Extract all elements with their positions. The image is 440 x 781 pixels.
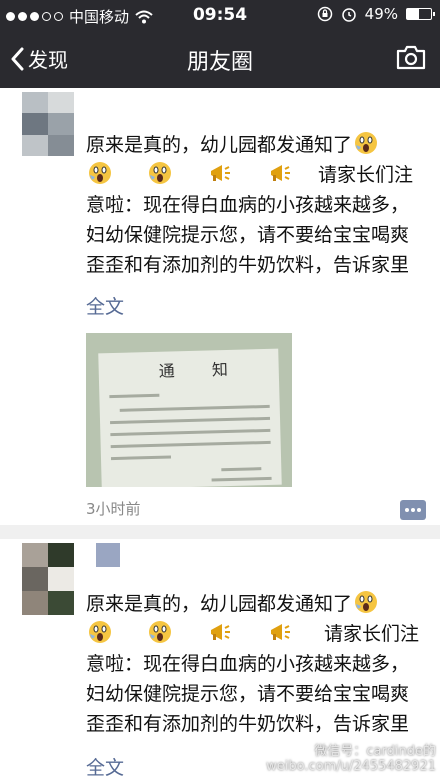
post-text-part: 请家长们注意啦：现在得白血病的小孩越来越多，妇幼保健院提示您，请不要给宝宝喝爽歪… [86,623,420,735]
megaphone-emoji-icon [208,161,232,185]
notice-text-line [110,416,271,425]
status-bar: 中国移动 09:54 49% [0,0,440,30]
camera-button[interactable] [396,44,426,74]
notice-text-line [110,455,172,461]
nav-bar: 发现 朋友圈 [0,30,440,88]
scream-emoji-icon [148,161,172,185]
notice-text-line [109,393,160,399]
alarm-icon [341,8,356,22]
watermark: 微信号：cardinde的 weibo.com/u/2455482921 [256,740,436,774]
scream-emoji-icon [148,620,172,644]
post-text-part: 原来是真的，幼儿园都发通知了 [86,593,353,615]
battery-fill [407,9,419,19]
post-text: 原来是真的，幼儿园都发通知了 请家长们注意啦：现在得白血病的小孩越来越多，妇幼保… [86,589,426,739]
avatar-fragment [96,543,120,567]
camera-icon [396,45,426,70]
megaphone-emoji-icon [268,161,292,185]
notice-text-line [110,428,271,437]
post-text-part: 原来是真的，幼儿园都发通知了 [86,134,353,156]
full-text-link[interactable]: 全文 [86,753,124,780]
megaphone-emoji-icon [208,620,232,644]
post-text: 原来是真的，幼儿园都发通知了 请家长们注意啦：现在得白血病的小孩越来越多，妇幼保… [86,130,416,280]
notice-text-line [110,440,271,449]
scream-emoji-icon [354,590,378,614]
battery-percent: 49% [364,5,398,23]
post-photo[interactable]: 通 知 [86,333,292,487]
page-title: 朋友圈 [186,50,253,75]
avatar[interactable] [22,92,74,156]
notice-text-line [211,476,272,482]
status-right: 49% [317,5,435,23]
post-time: 3小时前 [86,500,141,518]
rotation-lock-icon [317,6,332,22]
full-text-link[interactable]: 全文 [86,292,124,319]
watermark-line: weibo.com/u/2455482921 [266,759,436,774]
notice-paper: 通 知 [98,348,282,487]
notice-text-line [119,404,270,412]
battery-icon [406,8,435,20]
scream-emoji-icon [354,131,378,155]
notice-title: 通 知 [158,359,245,381]
scream-emoji-icon [88,161,112,185]
comment-button[interactable] [400,500,426,520]
avatar[interactable] [22,543,74,615]
notice-text-line [221,467,262,472]
megaphone-emoji-icon [268,620,292,644]
post-separator [0,525,440,539]
watermark-line: 微信号：cardinde的 [314,744,436,759]
post-text-part: 请家长们注意啦：现在得白血病的小孩越来越多，妇幼保健院提示您，请不要给宝宝喝爽歪… [86,164,414,276]
scream-emoji-icon [88,620,112,644]
